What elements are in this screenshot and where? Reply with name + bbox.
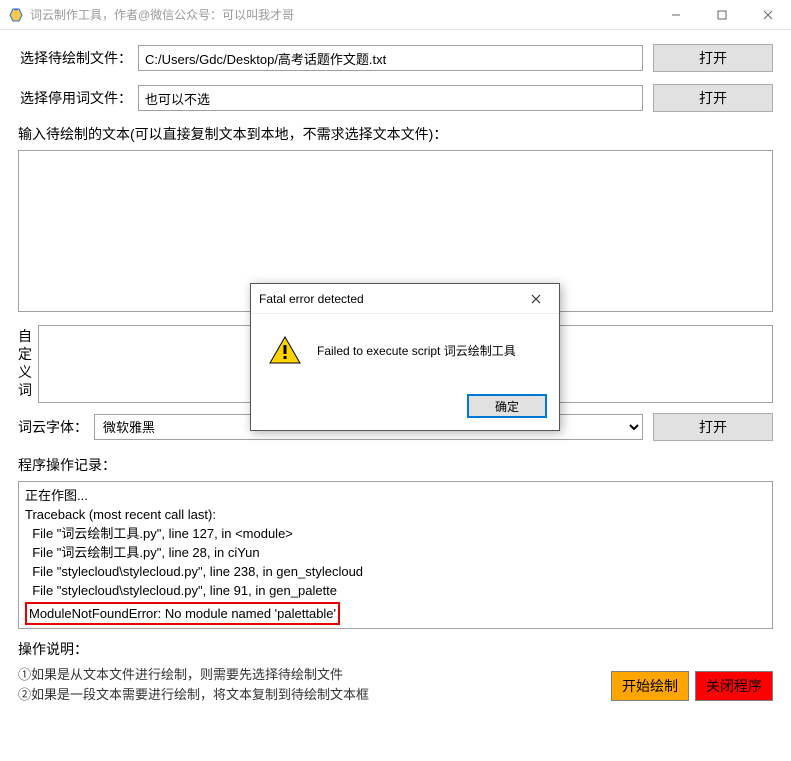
file-input[interactable]	[138, 45, 643, 71]
stopword-open-button[interactable]: 打开	[653, 84, 773, 112]
dialog-footer: 确定	[251, 386, 559, 430]
dialog-close-button[interactable]	[521, 291, 551, 307]
log-line: File "词云绘制工具.py", line 28, in ciYun	[25, 543, 766, 562]
window-title: 词云制作工具，作者@微信公众号：可以叫我才哥	[30, 6, 294, 23]
instructions-text: ①如果是从文本文件进行绘制，则需要先选择待绘制文件 ②如果是一段文本需要进行绘制…	[18, 665, 611, 705]
stopword-label: 选择停用词文件：	[18, 88, 138, 108]
titlebar: 词云制作工具，作者@微信公众号：可以叫我才哥	[0, 0, 791, 30]
error-dialog: Fatal error detected Failed to execute s…	[250, 283, 560, 431]
log-line: File "词云绘制工具.py", line 127, in <module>	[25, 524, 766, 543]
log-title: 程序操作记录：	[18, 455, 773, 475]
dialog-titlebar: Fatal error detected	[251, 284, 559, 314]
minimize-button[interactable]	[653, 0, 699, 30]
log-line: 正在作图...	[25, 486, 766, 505]
dialog-body: Failed to execute script 词云绘制工具	[251, 314, 559, 386]
file-label: 选择待绘制文件：	[18, 48, 138, 68]
log-line: File "stylecloud\stylecloud.py", line 23…	[25, 562, 766, 581]
app-icon	[8, 7, 24, 23]
start-button[interactable]: 开始绘制	[611, 671, 689, 701]
file-open-button[interactable]: 打开	[653, 44, 773, 72]
font-label: 词云字体：	[18, 417, 88, 437]
window-controls	[653, 0, 791, 30]
dialog-title-text: Fatal error detected	[259, 292, 364, 306]
dialog-message: Failed to execute script 词云绘制工具	[317, 342, 516, 359]
file-row: 选择待绘制文件： 打开	[18, 44, 773, 72]
close-program-button[interactable]: 关闭程序	[695, 671, 773, 701]
log-error-line: ModuleNotFoundError: No module named 'pa…	[25, 602, 340, 625]
log-line: Traceback (most recent call last):	[25, 505, 766, 524]
maximize-button[interactable]	[699, 0, 745, 30]
text-label: 输入待绘制的文本(可以直接复制文本到本地，不需求选择文本文件)：	[18, 124, 773, 144]
close-window-button[interactable]	[745, 0, 791, 30]
stopword-row: 选择停用词文件： 打开	[18, 84, 773, 112]
action-buttons: 开始绘制 关闭程序	[611, 665, 773, 701]
bottom-row: ①如果是从文本文件进行绘制，则需要先选择待绘制文件 ②如果是一段文本需要进行绘制…	[18, 665, 773, 705]
dialog-ok-button[interactable]: 确定	[467, 394, 547, 418]
log-line: File "stylecloud\stylecloud.py", line 91…	[25, 581, 766, 600]
warning-icon	[269, 336, 301, 364]
instructions-title: 操作说明：	[18, 639, 773, 659]
instruction-line: ①如果是从文本文件进行绘制，则需要先选择待绘制文件	[18, 665, 611, 685]
log-output[interactable]: 正在作图... Traceback (most recent call last…	[18, 481, 773, 629]
stopword-input[interactable]	[138, 85, 643, 111]
instruction-line: ②如果是一段文本需要进行绘制，将文本复制到待绘制文本框	[18, 685, 611, 705]
custom-words-label: 自定义词	[18, 325, 38, 403]
font-open-button[interactable]: 打开	[653, 413, 773, 441]
